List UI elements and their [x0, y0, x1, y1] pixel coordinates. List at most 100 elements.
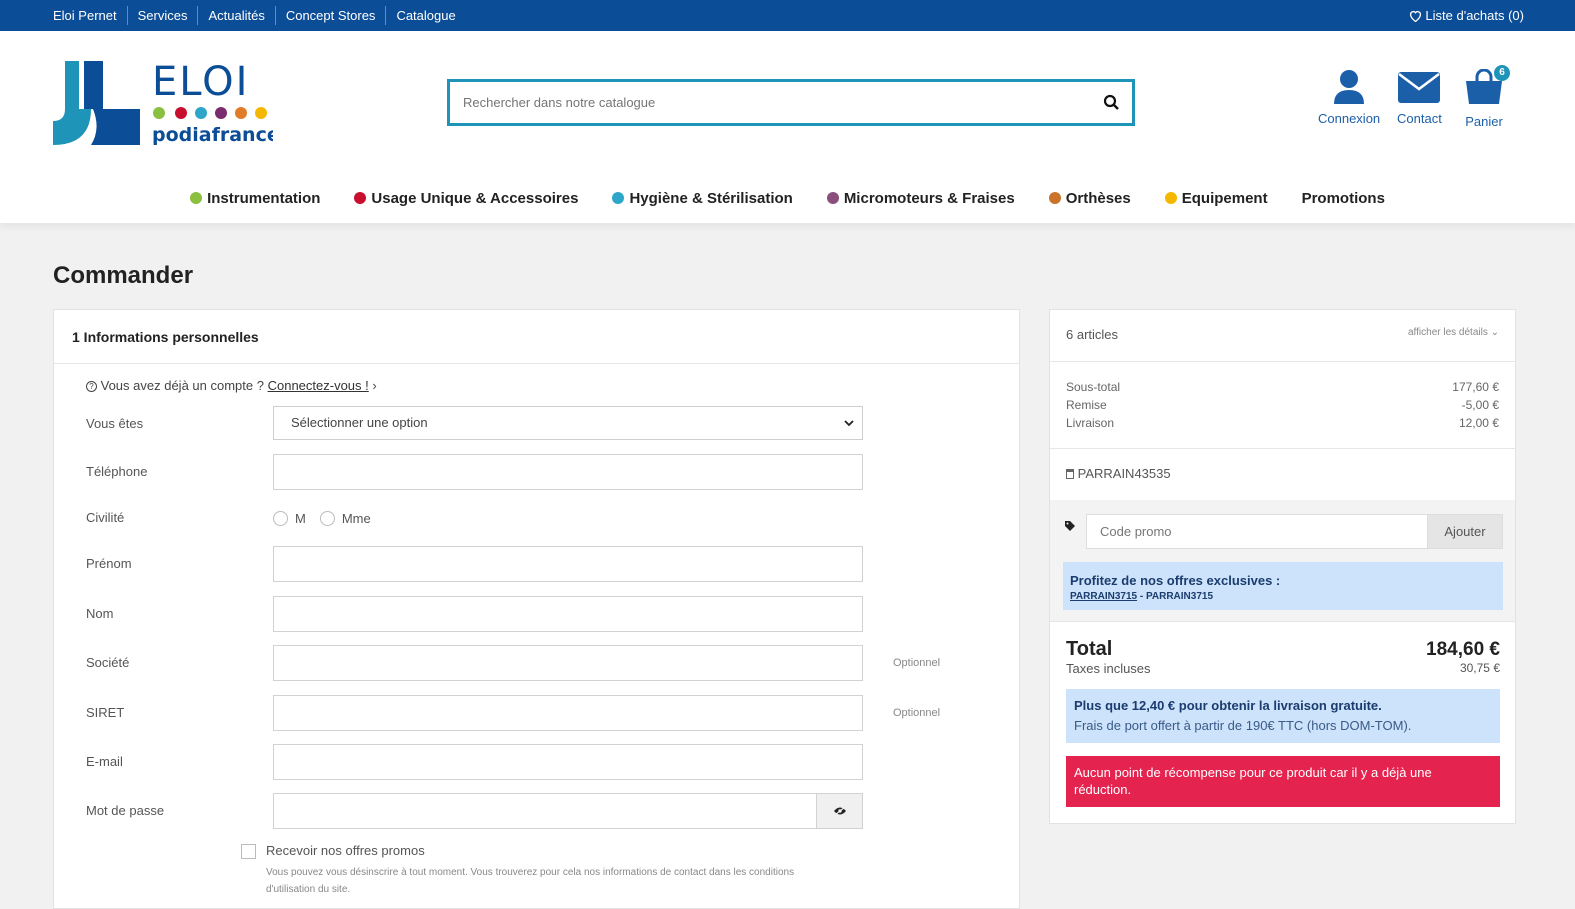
shipping-line: Livraison 12,00 €	[1066, 414, 1499, 432]
nav-label: Hygiène & Stérilisation	[629, 189, 793, 207]
total-line: Total 184,60 €	[1066, 638, 1500, 661]
field-label: Téléphone	[86, 464, 148, 479]
nav-label: Equipement	[1181, 189, 1268, 207]
field-label: Prénom	[86, 556, 132, 571]
field-societe: Société Optionnel	[86, 645, 986, 681]
total-label: Total	[1066, 638, 1113, 660]
field-label: Vous êtes	[86, 416, 144, 431]
top-link-eloi-pernet[interactable]: Eloi Pernet	[53, 6, 127, 25]
chevron-down-icon: ⌄	[1490, 327, 1499, 338]
siret-input[interactable]	[273, 695, 863, 731]
envelope-icon	[1398, 72, 1441, 103]
field-label: Nom	[86, 606, 114, 621]
nav-label: Orthèses	[1065, 189, 1131, 207]
contact-link[interactable]: Contact	[1397, 69, 1442, 126]
search-icon[interactable]	[1102, 93, 1122, 113]
total-block: Total 184,60 € Taxes incluses 30,75 €	[1066, 638, 1500, 676]
nav-item-usage-unique[interactable]: Usage Unique & Accessoires	[354, 186, 578, 210]
tax-label: Taxes incluses	[1066, 661, 1151, 676]
free-shipping-text: Frais de port offert à partir de 190€ TT…	[1074, 718, 1412, 733]
radio-m-label: M	[295, 510, 306, 526]
offers-codes: PARRAIN3715 - PARRAIN3715	[1070, 591, 1496, 602]
search-input[interactable]	[450, 82, 1070, 123]
civilite-radios: M Mme	[273, 500, 371, 536]
nav-item-equipement[interactable]: Equipement	[1164, 186, 1268, 210]
summary-items-header: 6 articles afficher les détails ⌄	[1050, 310, 1515, 362]
category-dot	[826, 192, 839, 204]
offer-code-link[interactable]: PARRAIN3715	[1070, 591, 1137, 602]
radio-mme[interactable]	[319, 510, 335, 526]
field-civilite: Civilité M Mme	[86, 500, 986, 536]
top-link-services[interactable]: Services	[126, 6, 198, 25]
add-promo-button[interactable]: Ajouter	[1427, 514, 1503, 549]
newsletter-label: Recevoir nos offres promos	[266, 843, 425, 858]
field-password: Mot de passe	[86, 793, 986, 829]
nav-item-ortheses[interactable]: Orthèses	[1048, 186, 1131, 210]
login-prompt-text: Vous avez déjà un compte ?	[100, 378, 264, 393]
discount-label: Remise	[1066, 398, 1107, 412]
nav-item-micromoteurs[interactable]: Micromoteurs & Fraises	[826, 186, 1015, 210]
promo-code-input[interactable]: Code promo	[1086, 514, 1428, 549]
radio-mme-label: Mme	[341, 510, 371, 526]
telephone-input[interactable]	[273, 454, 863, 490]
newsletter-note: Vous pouvez vous désinscrire à tout mome…	[266, 867, 795, 895]
show-password-button[interactable]	[816, 794, 862, 828]
help-icon: ?	[86, 381, 97, 392]
login-label: Connexion	[1318, 111, 1381, 126]
tax-value: 30,75 €	[1459, 661, 1500, 675]
nav-label: Usage Unique & Accessoires	[371, 189, 579, 207]
subtotal-line: Sous-total 177,60 €	[1066, 378, 1499, 396]
chevron-down-icon	[844, 420, 854, 427]
nav-item-instrumentation[interactable]: Instrumentation	[190, 186, 320, 210]
offers-title: Profitez de nos offres exclusives :	[1070, 573, 1281, 588]
shipping-label: Livraison	[1066, 416, 1115, 430]
applied-voucher: PARRAIN43535	[1066, 466, 1171, 481]
societe-input[interactable]	[273, 645, 863, 681]
field-label: E-mail	[86, 754, 123, 769]
field-vous-etes: Vous êtes Sélectionner une option	[86, 406, 986, 442]
total-value: 184,60 €	[1426, 639, 1500, 660]
password-input[interactable]	[273, 793, 863, 829]
tax-line: Taxes incluses 30,75 €	[1066, 661, 1500, 676]
top-bar: Eloi Pernet Services Actualités Concept …	[0, 0, 1575, 31]
items-count: 6 articles	[1066, 327, 1119, 342]
eloi-logo[interactable]: ELOI podiafrance	[53, 59, 280, 149]
main-nav: Instrumentation Usage Unique & Accessoir…	[0, 186, 1575, 210]
email-input[interactable]	[273, 744, 863, 780]
newsletter-checkbox[interactable]	[241, 844, 256, 859]
login-link-text[interactable]: Connectez-vous !	[268, 378, 369, 393]
promo-code-area: Code promo Ajouter Profitez de nos offre…	[1050, 500, 1515, 622]
cart-link[interactable]: 6 Panier	[1464, 65, 1510, 129]
show-details-link[interactable]: afficher les détails ⌄	[1408, 327, 1499, 338]
nom-input[interactable]	[273, 596, 863, 632]
optional-hint: Optionnel	[893, 707, 941, 719]
category-dot	[612, 192, 625, 204]
radio-m[interactable]	[273, 510, 288, 526]
order-summary-panel: 6 articles afficher les détails ⌄ Sous-t…	[1049, 309, 1516, 824]
field-siret: SIRET Optionnel	[86, 695, 986, 731]
top-links: Eloi Pernet Services Actualités Concept …	[53, 0, 466, 31]
vous-etes-select[interactable]: Sélectionner une option	[273, 406, 863, 440]
login-prompt: ? Vous avez déjà un compte ? Connectez-v…	[86, 378, 377, 393]
login-link[interactable]: Connexion	[1318, 69, 1380, 126]
show-details-label: afficher les détails	[1407, 327, 1488, 338]
category-dot	[354, 192, 367, 204]
wishlist-link[interactable]: Liste d'achats (0)	[1409, 0, 1524, 31]
trash-icon[interactable]	[1066, 469, 1074, 479]
category-dot	[1048, 192, 1061, 204]
free-shipping-notice: Plus que 12,40 € pour obtenir la livrais…	[1066, 689, 1500, 743]
top-link-concept-stores[interactable]: Concept Stores	[274, 6, 386, 25]
summary-totals: Sous-total 177,60 € Remise -5,00 € Livrais…	[1050, 362, 1515, 449]
wishlist-label: Liste d'achats (0)	[1425, 8, 1524, 23]
top-link-catalogue[interactable]: Catalogue	[385, 6, 465, 25]
optional-hint: Optionnel	[893, 657, 941, 669]
svg-text:ELOI: ELOI	[152, 59, 249, 105]
contact-label: Contact	[1397, 111, 1442, 126]
prenom-input[interactable]	[273, 546, 863, 582]
logo-graphic: ELOI podiafrance	[53, 59, 280, 146]
nav-item-hygiene[interactable]: Hygiène & Stérilisation	[612, 186, 793, 210]
step-title[interactable]: 1 Informations personnelles	[54, 310, 1019, 364]
nav-item-promotions[interactable]: Promotions	[1302, 186, 1385, 210]
top-link-actualites[interactable]: Actualités	[197, 6, 274, 25]
subtotal-label: Sous-total	[1066, 380, 1121, 394]
